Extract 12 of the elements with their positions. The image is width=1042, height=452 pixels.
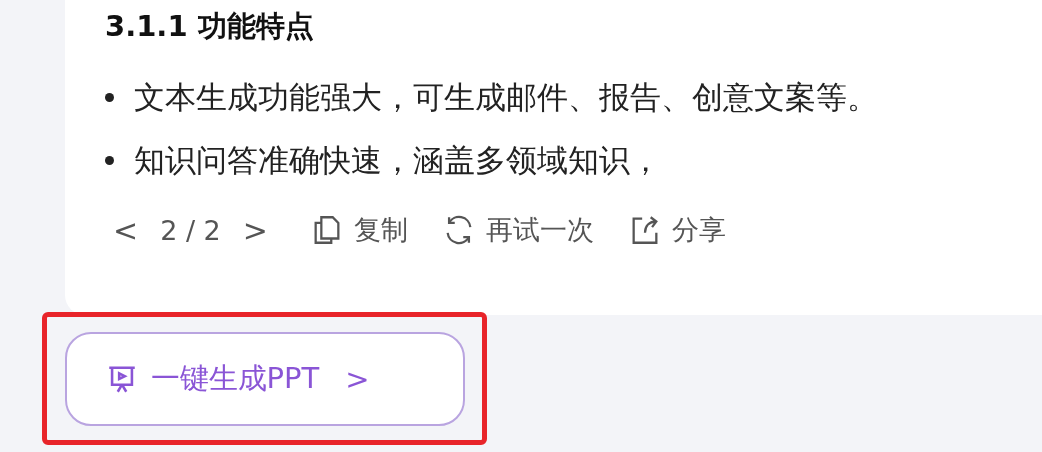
bullet-icon [105,156,114,165]
share-button[interactable]: 分享 [627,212,726,248]
next-button[interactable]: > [234,212,276,248]
page-counter: 2 / 2 [160,214,221,246]
generate-ppt-button[interactable]: 一键生成PPT > [64,331,465,426]
bullet-text: 文本生成功能强大，可生成邮件、报告、创意文案等。 [134,77,878,117]
retry-button[interactable]: 再试一次 [441,212,594,248]
previous-button[interactable]: < [105,212,147,248]
section-heading: 3.1.1 功能特点 [105,8,315,44]
bullet-text: 知识问答准确快速，涵盖多领域知识， [134,140,661,180]
bullet-icon [105,93,114,102]
copy-button[interactable]: 复制 [309,212,408,248]
